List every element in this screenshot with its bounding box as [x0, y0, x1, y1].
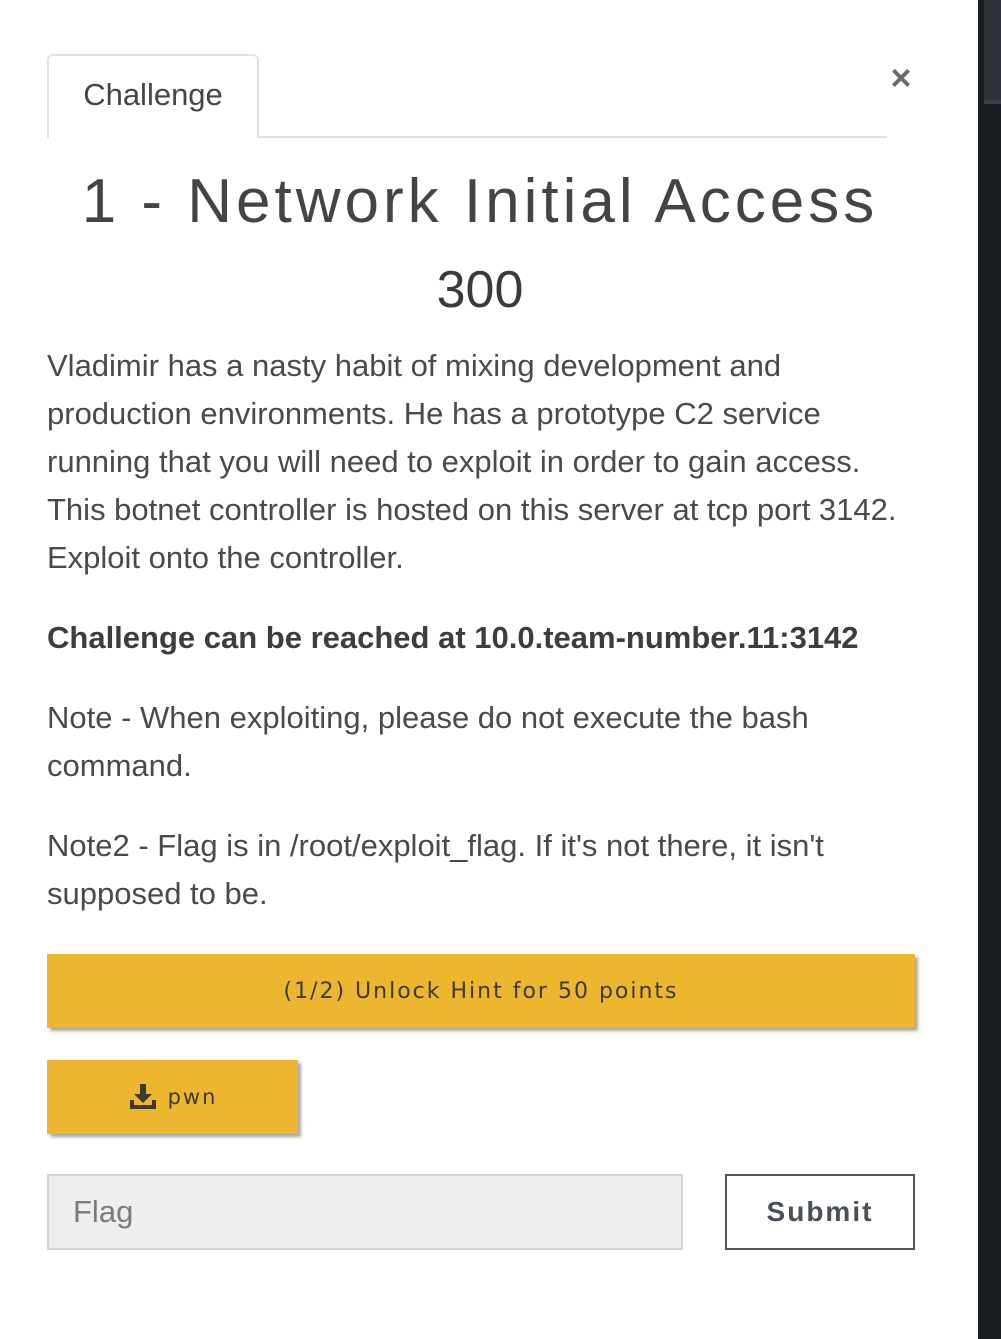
tab-bar: Challenge	[47, 54, 887, 140]
note-paragraph: Note - When exploiting, please do not ex…	[47, 700, 809, 783]
submit-button[interactable]: Submit	[725, 1174, 915, 1250]
background-toolbar	[984, 0, 1001, 104]
unlock-hint-label: (1/2) Unlock Hint for 50 points	[283, 978, 679, 1004]
close-button[interactable]: ×	[884, 57, 918, 98]
unlock-hint-button[interactable]: (1/2) Unlock Hint for 50 points	[47, 954, 915, 1028]
background-toolbar-line	[984, 100, 1001, 104]
description-paragraph: Vladimir has a nasty habit of mixing dev…	[47, 348, 897, 575]
tab-label: Challenge	[83, 77, 223, 112]
challenge-title: 1 - Network Initial Access	[81, 167, 879, 236]
challenge-modal: Challenge × 1 - Network Initial Access 3…	[0, 0, 978, 1339]
download-file-label: pwn	[167, 1085, 218, 1109]
flag-input[interactable]	[47, 1174, 683, 1250]
background-page-edge	[978, 0, 1001, 1339]
close-icon: ×	[890, 57, 912, 98]
download-file-button[interactable]: pwn	[47, 1060, 298, 1134]
tab-challenge[interactable]: Challenge	[47, 54, 259, 140]
challenge-address: Challenge can be reached at 10.0.team-nu…	[47, 620, 859, 655]
challenge-description: Vladimir has a nasty habit of mixing dev…	[47, 342, 897, 950]
note2-paragraph: Note2 - Flag is in /root/exploit_flag. I…	[47, 828, 824, 911]
submit-label: Submit	[766, 1196, 874, 1227]
challenge-points: 300	[436, 261, 524, 319]
download-icon	[129, 1084, 156, 1109]
